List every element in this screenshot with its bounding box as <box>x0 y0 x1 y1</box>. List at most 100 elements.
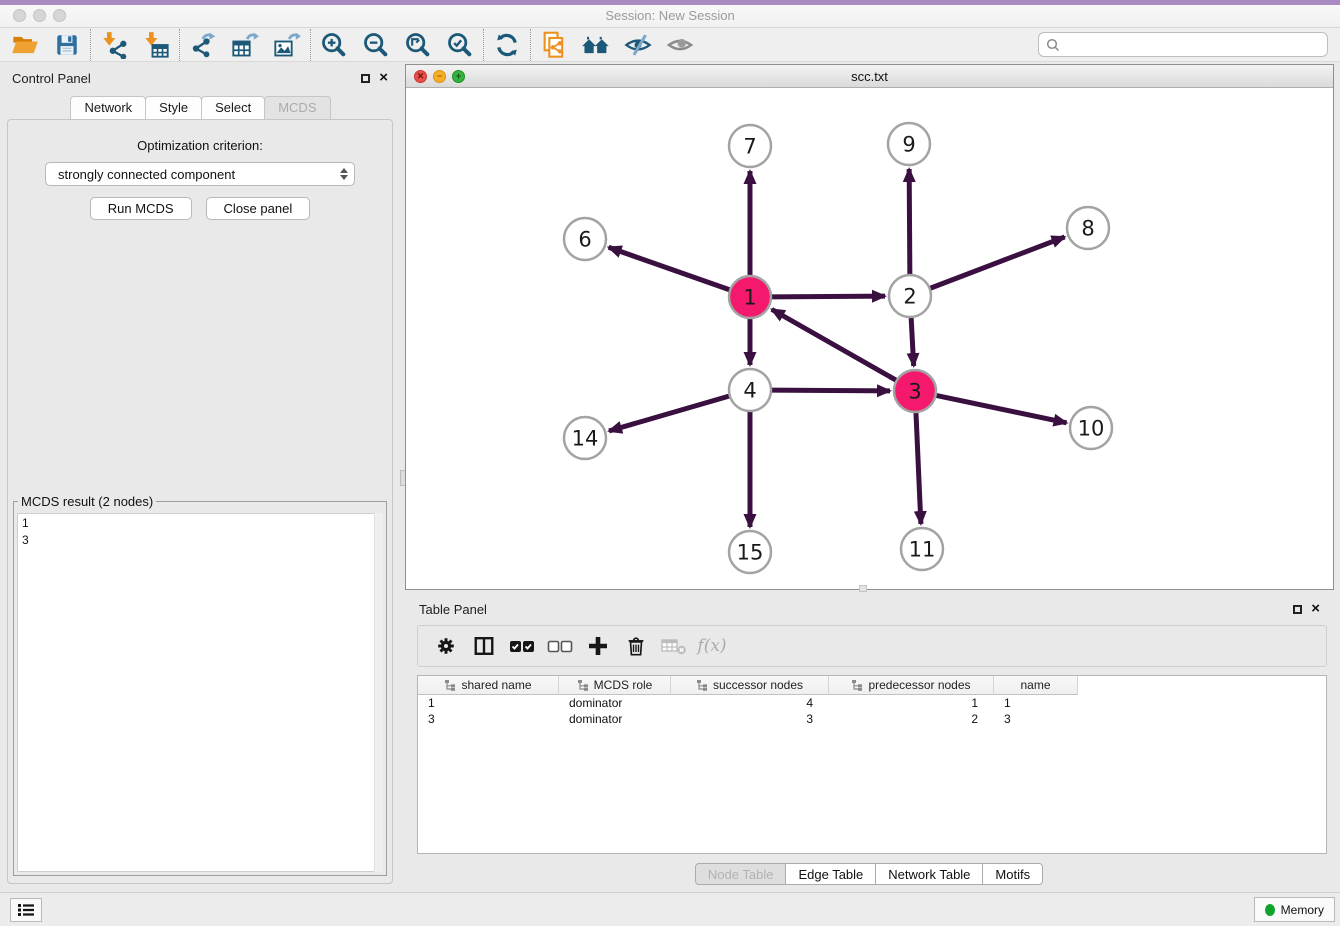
cell-shared-name[interactable]: 3 <box>418 711 559 727</box>
column-header-predecessor-nodes[interactable]: predecessor nodes <box>829 676 994 695</box>
mcds-result-text[interactable]: 1 3 <box>17 513 383 872</box>
zoom-selected-button[interactable] <box>439 29 481 61</box>
graph-node-label-3: 3 <box>908 380 921 404</box>
export-network-button[interactable] <box>182 29 224 61</box>
import-network-button[interactable] <box>93 29 135 61</box>
search-box[interactable] <box>1038 32 1328 57</box>
memory-button[interactable]: Memory <box>1254 897 1335 922</box>
column-visibility-button[interactable] <box>465 629 503 663</box>
table-row[interactable]: 1 dominator 4 1 1 <box>418 695 1326 711</box>
zoom-out-button[interactable] <box>355 29 397 61</box>
result-scrollbar[interactable] <box>374 513 383 872</box>
select-all-button[interactable] <box>503 629 541 663</box>
deselect-all-icon <box>547 635 573 657</box>
deselect-all-button[interactable] <box>541 629 579 663</box>
tab-network-table[interactable]: Network Table <box>875 863 983 885</box>
graph-node-label-15: 15 <box>737 541 764 565</box>
close-table-panel-button[interactable]: × <box>1311 604 1320 614</box>
graph-edge-4-14[interactable] <box>609 396 730 431</box>
zoom-in-button[interactable] <box>313 29 355 61</box>
search-input[interactable] <box>1061 35 1327 55</box>
duplicate-network-button[interactable] <box>533 29 575 61</box>
table-toolbar: f(x) <box>417 625 1327 667</box>
network-close-button[interactable]: ✕ <box>414 70 427 83</box>
cell-successor-nodes[interactable]: 3 <box>671 711 829 727</box>
export-image-button[interactable] <box>266 29 308 61</box>
toolbar-separator <box>90 29 91 61</box>
graph-edge-3-10[interactable] <box>936 395 1067 423</box>
memory-status-icon <box>1265 904 1275 916</box>
eye-slash-icon <box>624 31 652 59</box>
home-icon <box>581 31 611 59</box>
float-table-panel-button[interactable] <box>1293 605 1302 614</box>
tab-motifs[interactable]: Motifs <box>982 863 1043 885</box>
hierarchy-icon <box>577 679 589 691</box>
node-table: shared name MCDS role successor nodes pr… <box>417 675 1327 854</box>
control-panel-tabs: Network Style Select MCDS <box>0 96 400 120</box>
graph-edge-2-9[interactable] <box>909 169 910 275</box>
graph-edge-1-6[interactable] <box>609 247 731 290</box>
zoom-fit-button[interactable] <box>397 29 439 61</box>
tab-node-table[interactable]: Node Table <box>695 863 787 885</box>
graph-edge-2-3[interactable] <box>911 317 914 366</box>
table-row[interactable]: 3 dominator 3 2 3 <box>418 711 1326 727</box>
graph-edge-4-3[interactable] <box>771 390 890 391</box>
minimize-window-button[interactable] <box>33 9 46 22</box>
export-network-icon <box>189 31 217 59</box>
apply-layout-button[interactable] <box>486 29 528 61</box>
columns-icon <box>473 635 495 657</box>
network-graph[interactable]: 7968124314101511 <box>406 88 1333 589</box>
show-panels-menu-button[interactable] <box>10 898 42 922</box>
hierarchy-icon <box>851 679 863 691</box>
cell-predecessor-nodes[interactable]: 2 <box>829 711 994 727</box>
graph-edge-3-11[interactable] <box>916 412 921 524</box>
graph-edge-2-8[interactable] <box>930 237 1065 289</box>
export-table-button[interactable] <box>224 29 266 61</box>
column-header-mcds-role[interactable]: MCDS role <box>559 676 671 695</box>
toggle-graphics-details-button[interactable] <box>617 29 659 61</box>
tab-select[interactable]: Select <box>201 96 265 120</box>
table-settings-button[interactable] <box>427 629 465 663</box>
column-header-name[interactable]: name <box>994 676 1078 695</box>
run-mcds-button[interactable]: Run MCDS <box>90 197 192 220</box>
cell-successor-nodes[interactable]: 4 <box>671 695 829 711</box>
cell-shared-name[interactable]: 1 <box>418 695 559 711</box>
import-table-button[interactable] <box>135 29 177 61</box>
cell-name[interactable]: 1 <box>994 695 1078 711</box>
graph-edge-3-1[interactable] <box>772 309 897 380</box>
criterion-dropdown[interactable]: strongly connected component <box>45 162 355 186</box>
close-window-button[interactable] <box>13 9 26 22</box>
network-splitter-handle[interactable] <box>859 585 867 592</box>
close-panel-button-mcds[interactable]: Close panel <box>206 197 311 220</box>
function-builder-button[interactable]: f(x) <box>693 629 731 663</box>
graph-edge-1-2[interactable] <box>771 296 885 297</box>
delete-row-button[interactable] <box>617 629 655 663</box>
home-button[interactable] <box>575 29 617 61</box>
plus-icon <box>586 634 610 658</box>
window-controls[interactable] <box>13 9 66 22</box>
tab-edge-table[interactable]: Edge Table <box>785 863 876 885</box>
float-panel-button[interactable] <box>361 74 370 83</box>
cell-mcds-role[interactable]: dominator <box>559 695 671 711</box>
save-session-button[interactable] <box>46 29 88 61</box>
optimization-criterion-label: Optimization criterion: <box>8 138 392 153</box>
cell-name[interactable]: 3 <box>994 711 1078 727</box>
cell-predecessor-nodes[interactable]: 1 <box>829 695 994 711</box>
network-maximize-button[interactable]: + <box>452 70 465 83</box>
open-file-button[interactable] <box>4 29 46 61</box>
delete-table-button[interactable] <box>655 629 693 663</box>
network-minimize-button[interactable]: − <box>433 70 446 83</box>
cell-mcds-role[interactable]: dominator <box>559 711 671 727</box>
network-window-titlebar[interactable]: scc.txt ✕ − + <box>406 65 1333 88</box>
eye-icon <box>666 31 694 59</box>
tab-mcds[interactable]: MCDS <box>264 96 330 120</box>
column-header-successor-nodes[interactable]: successor nodes <box>671 676 829 695</box>
add-row-button[interactable] <box>579 629 617 663</box>
tab-network[interactable]: Network <box>70 96 146 120</box>
close-panel-button[interactable]: × <box>379 73 388 83</box>
zoom-window-button[interactable] <box>53 9 66 22</box>
tab-style[interactable]: Style <box>145 96 202 120</box>
column-header-shared-name[interactable]: shared name <box>418 676 559 695</box>
birds-eye-view-button[interactable] <box>659 29 701 61</box>
main-toolbar <box>0 28 1340 62</box>
